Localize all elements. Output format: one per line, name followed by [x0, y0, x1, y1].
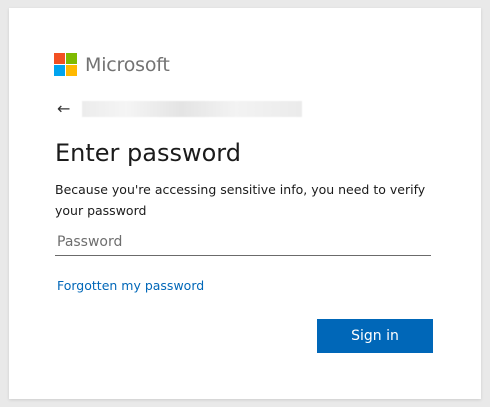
brand-name: Microsoft: [85, 53, 170, 76]
logo-square-yellow: [66, 65, 77, 76]
page-title: Enter password: [55, 139, 241, 167]
back-arrow-icon[interactable]: ←: [57, 101, 70, 117]
sign-in-card: Microsoft ← Enter password Because you'r…: [9, 8, 481, 399]
forgot-password-link[interactable]: Forgotten my password: [57, 278, 204, 293]
microsoft-logo-icon: [54, 53, 77, 76]
logo-square-blue: [54, 65, 65, 76]
logo-square-green: [66, 53, 77, 64]
page-description: Because you're accessing sensitive info,…: [55, 182, 426, 218]
identity-row: ←: [57, 101, 303, 117]
account-identity-redacted: [82, 101, 303, 117]
password-input[interactable]: [55, 228, 431, 256]
sign-in-button[interactable]: Sign in: [317, 319, 433, 353]
microsoft-logo: Microsoft: [54, 53, 170, 76]
logo-square-red: [54, 53, 65, 64]
